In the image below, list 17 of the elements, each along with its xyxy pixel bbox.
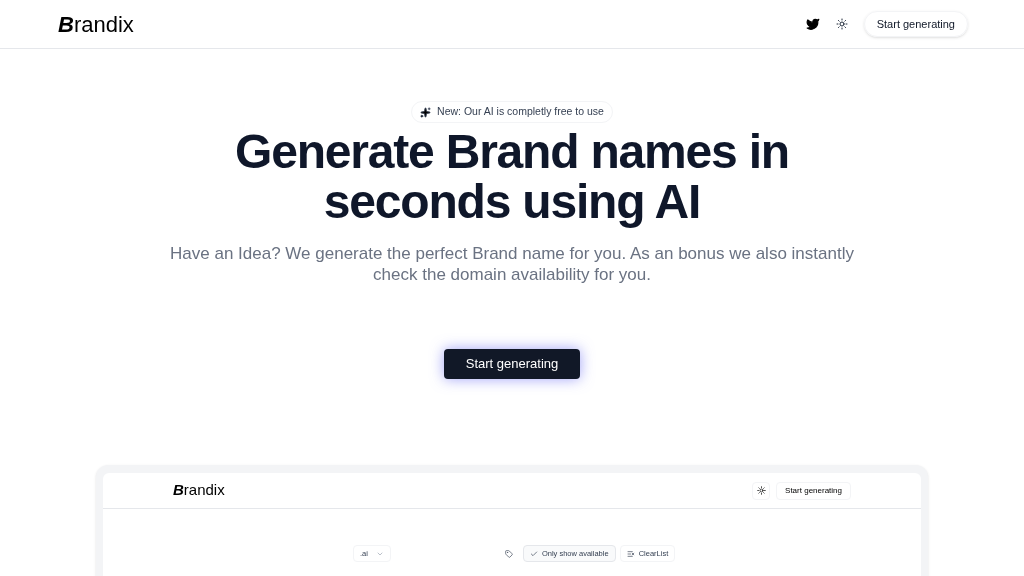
logo-initial: B: [173, 480, 184, 501]
logo-text: randix: [73, 10, 134, 39]
logo-text: randix: [183, 480, 225, 501]
start-generating-button[interactable]: Start generating: [444, 349, 580, 379]
tag-icon: [504, 549, 513, 558]
sparkles-icon: [420, 106, 432, 118]
theme-toggle[interactable]: [752, 481, 771, 500]
badge-text: New: Our AI is completly free to use: [437, 104, 604, 120]
list-clear-icon: [626, 549, 635, 558]
hero-subtitle: Have an Idea? We generate the perfect Brand name for you. As an bonus we also instantly check the domain availability for you.: [169, 243, 855, 285]
logo-initial: B: [58, 10, 74, 39]
theme-toggle-icon[interactable]: [835, 18, 848, 30]
start-generating-button[interactable]: Start generating: [776, 481, 851, 500]
check-icon: [529, 549, 538, 558]
sun-icon: [756, 486, 766, 495]
hero-headline: Generate Brand names in seconds using AI: [235, 127, 789, 227]
twitter-bird-icon[interactable]: [805, 17, 820, 31]
